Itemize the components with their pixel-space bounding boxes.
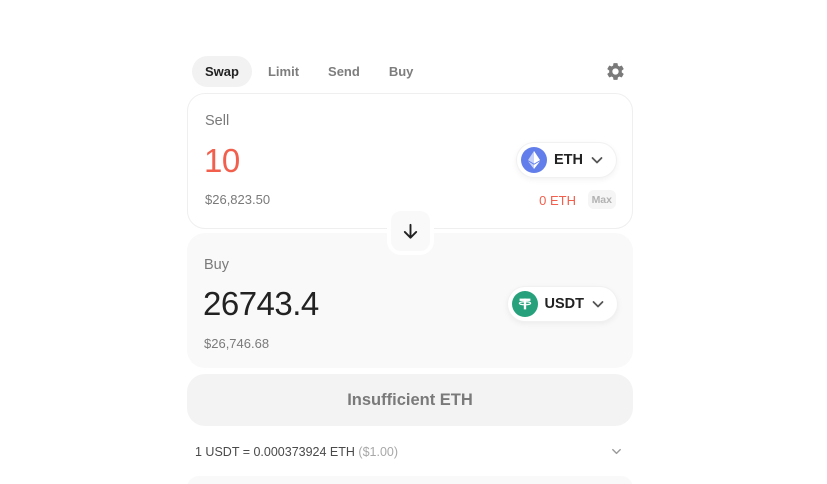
sell-label: Sell (205, 113, 230, 129)
buy-token-symbol: USDT (544, 296, 584, 312)
tab-swap[interactable]: Swap (192, 56, 252, 87)
sell-token-selector[interactable]: ETH (517, 143, 616, 177)
sell-balance: 0 ETH (539, 193, 576, 208)
exchange-rate[interactable]: 1 USDT = 0.000373924 ETH ($1.00) (195, 445, 398, 459)
next-panel (187, 476, 633, 484)
gear-icon[interactable] (605, 61, 626, 82)
insufficient-balance-button[interactable]: Insufficient ETH (187, 374, 633, 426)
tab-send[interactable]: Send (315, 56, 373, 87)
switch-direction-button[interactable] (387, 207, 434, 255)
buy-amount-input[interactable]: 26743.4 (203, 285, 319, 323)
rate-usd: ($1.00) (358, 445, 399, 459)
buy-token-selector[interactable]: USDT (507, 287, 617, 321)
tab-limit[interactable]: Limit (255, 56, 312, 87)
sell-amount-input[interactable]: 10 (204, 142, 240, 180)
buy-usd-value: $26,746.68 (204, 336, 270, 351)
chevron-down-icon (592, 301, 604, 308)
max-button[interactable]: Max (587, 190, 616, 209)
buy-label: Buy (204, 257, 229, 273)
sell-token-symbol: ETH (554, 152, 583, 168)
chevron-down-icon (591, 157, 603, 164)
arrow-down-icon (403, 223, 418, 239)
sell-usd-value: $26,823.50 (205, 192, 271, 207)
rate-text: 1 USDT = 0.000373924 ETH (195, 445, 355, 459)
swap-tabs: Swap Limit Send Buy (192, 56, 429, 87)
ethereum-icon (521, 147, 547, 173)
tab-buy[interactable]: Buy (376, 56, 427, 87)
tether-icon (511, 291, 538, 317)
chevron-down-icon[interactable] (610, 445, 623, 458)
